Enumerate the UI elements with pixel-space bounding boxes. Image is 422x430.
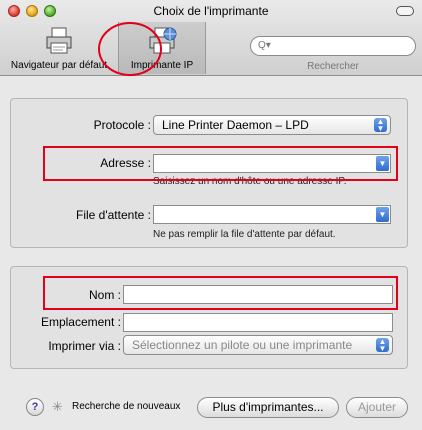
- print-using-value: Sélectionnez un pilote ou une imprimante: [132, 338, 353, 352]
- progress-spinner-icon: ✳: [52, 399, 63, 414]
- title-bar: Choix de l'imprimante: [0, 0, 422, 22]
- queue-combo[interactable]: ▼: [153, 205, 391, 224]
- protocol-value: Line Printer Daemon – LPD: [162, 118, 309, 132]
- combo-arrow-icon[interactable]: ▼: [376, 207, 389, 222]
- window-title: Choix de l'imprimante: [153, 4, 269, 18]
- annotation-box-name: [43, 276, 398, 310]
- popup-arrows-icon: ▲ ▼: [374, 118, 387, 133]
- more-printers-button[interactable]: Plus d'imprimantes...: [197, 397, 339, 418]
- search-field[interactable]: Q▾: [250, 36, 416, 56]
- location-field[interactable]: [123, 313, 393, 332]
- protocol-label: Protocole :: [93, 118, 151, 132]
- search-icon: Q▾: [258, 40, 271, 51]
- printer-browser-window: Choix de l'imprimante Navigateur par déf…: [0, 0, 422, 430]
- protocol-popup[interactable]: Line Printer Daemon – LPD ▲ ▼: [153, 115, 391, 135]
- queue-hint: Ne pas remplir la file d'attente par déf…: [153, 229, 336, 240]
- toolbar-area: Choix de l'imprimante Navigateur par déf…: [0, 0, 422, 76]
- printer-icon: [46, 27, 72, 54]
- tab-default-browser-label: Navigateur par défaut: [10, 60, 108, 71]
- location-label: Emplacement :: [40, 315, 121, 329]
- queue-label: File d'attente :: [76, 208, 151, 222]
- search-label: Rechercher: [307, 61, 359, 72]
- add-button[interactable]: Ajouter: [346, 397, 408, 418]
- annotation-box-address: [43, 146, 398, 181]
- annotation-circle: [98, 22, 162, 76]
- print-using-label: Imprimer via :: [48, 339, 121, 353]
- popup-arrows-icon: ▲ ▼: [376, 338, 389, 353]
- status-text: Recherche de nouveaux: [72, 401, 181, 412]
- help-button[interactable]: ?: [26, 398, 44, 416]
- toolbar-toggle-button[interactable]: [396, 6, 414, 16]
- search-input[interactable]: Q▾: [250, 36, 416, 56]
- print-using-popup[interactable]: Sélectionnez un pilote ou une imprimante…: [123, 335, 393, 355]
